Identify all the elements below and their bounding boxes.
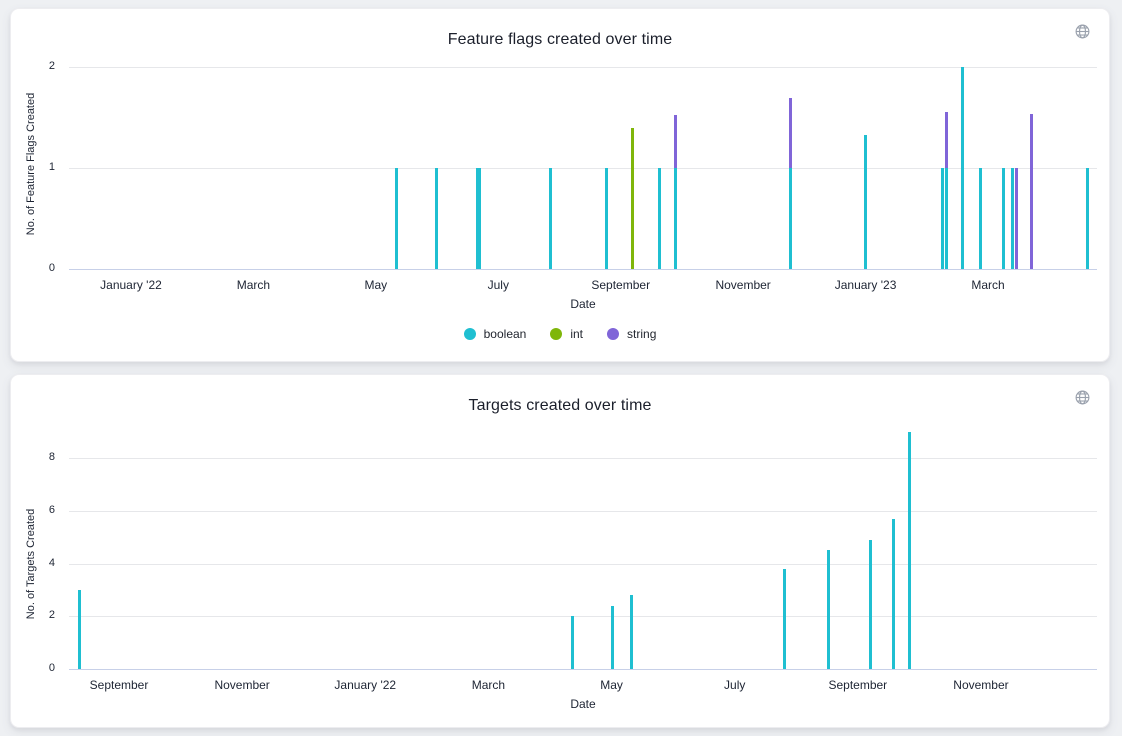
bar-targets[interactable]	[611, 606, 614, 669]
bar-string[interactable]	[674, 115, 677, 168]
x-tick-label: September	[59, 678, 179, 693]
legend-dot	[464, 328, 476, 340]
y-tick-label: 2	[11, 59, 55, 74]
bar-boolean[interactable]	[1086, 168, 1089, 269]
legend-label: int	[570, 327, 583, 341]
bar-boolean[interactable]	[476, 168, 481, 269]
legend-dot	[550, 328, 562, 340]
x-tick-label: January '23	[806, 278, 926, 293]
x-axis-title: Date	[69, 297, 1097, 311]
bar-boolean[interactable]	[941, 168, 944, 269]
y-tick-label: 6	[11, 503, 55, 518]
chart-legend: boolean int string	[11, 327, 1109, 341]
targets-chart-card: Targets created over time No. of Targets…	[10, 374, 1110, 728]
x-tick-label: November	[182, 678, 302, 693]
bar-boolean[interactable]	[658, 168, 661, 269]
feature-flags-chart-card: Feature flags created over time No. of F…	[10, 8, 1110, 362]
bar-targets[interactable]	[869, 540, 872, 669]
bar-string[interactable]	[789, 98, 792, 168]
bar-targets[interactable]	[892, 519, 895, 669]
x-tick-label: May	[552, 678, 672, 693]
x-tick-label: March	[428, 678, 548, 693]
bar-targets[interactable]	[571, 616, 574, 669]
bar-boolean[interactable]	[605, 168, 608, 269]
bar-boolean[interactable]	[435, 168, 438, 269]
bar-boolean[interactable]	[1011, 168, 1014, 269]
gridline	[69, 67, 1097, 68]
x-tick-label: January '22	[305, 678, 425, 693]
y-tick-label: 2	[11, 608, 55, 623]
y-tick-label: 8	[11, 450, 55, 465]
bar-targets[interactable]	[630, 595, 633, 669]
bar-string[interactable]	[945, 112, 948, 168]
bar-targets[interactable]	[78, 590, 81, 669]
x-tick-label: May	[316, 278, 436, 293]
y-tick-label: 4	[11, 556, 55, 571]
gridline	[69, 458, 1097, 459]
bar-boolean[interactable]	[789, 168, 792, 269]
y-tick-label: 0	[11, 261, 55, 276]
bar-targets[interactable]	[908, 432, 911, 669]
bar-boolean[interactable]	[549, 168, 552, 269]
bar-string[interactable]	[1030, 114, 1033, 269]
gridline	[69, 616, 1097, 617]
legend-item-int[interactable]: int	[550, 327, 583, 341]
bar-boolean[interactable]	[945, 168, 948, 269]
x-axis-title: Date	[69, 697, 1097, 711]
x-tick-label: November	[921, 678, 1041, 693]
bar-boolean[interactable]	[1002, 168, 1005, 269]
x-tick-label: March	[928, 278, 1048, 293]
x-tick-label: September	[561, 278, 681, 293]
y-tick-label: 1	[11, 160, 55, 175]
x-tick-label: September	[798, 678, 918, 693]
legend-dot	[607, 328, 619, 340]
y-tick-label: 0	[11, 661, 55, 676]
x-tick-label: March	[193, 278, 313, 293]
x-tick-label: July	[675, 678, 795, 693]
legend-item-boolean[interactable]: boolean	[464, 327, 527, 341]
gridline	[69, 511, 1097, 512]
legend-label: string	[627, 327, 656, 341]
bar-targets[interactable]	[783, 569, 786, 669]
x-tick-label: January '22	[71, 278, 191, 293]
bar-int[interactable]	[631, 128, 634, 269]
bar-targets[interactable]	[827, 550, 830, 669]
gridline	[69, 564, 1097, 565]
x-axis-line	[69, 269, 1097, 270]
x-axis-line	[69, 669, 1097, 670]
plot-area: 02468SeptemberNovemberJanuary '22MarchMa…	[11, 375, 1109, 727]
x-tick-label: November	[683, 278, 803, 293]
bar-boolean[interactable]	[961, 67, 964, 269]
bar-boolean[interactable]	[395, 168, 398, 269]
x-tick-label: July	[438, 278, 558, 293]
legend-item-string[interactable]: string	[607, 327, 656, 341]
bar-boolean[interactable]	[979, 168, 982, 269]
bar-string[interactable]	[1015, 168, 1018, 269]
legend-label: boolean	[484, 327, 527, 341]
bar-boolean[interactable]	[674, 168, 677, 269]
bar-boolean[interactable]	[864, 135, 867, 269]
